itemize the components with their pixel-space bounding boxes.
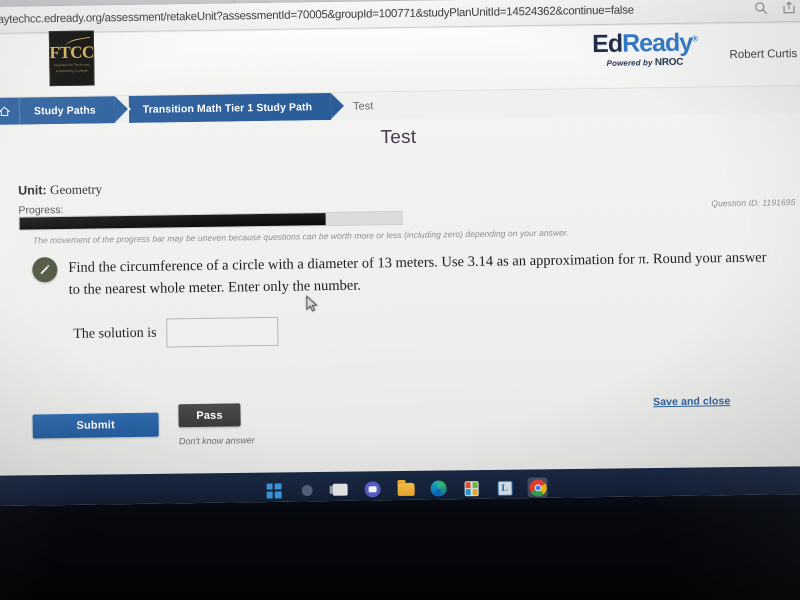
- laptop-screen-photo: faytechcc.edready.org/assessment/retakeU…: [0, 0, 800, 600]
- answer-label: The solution is: [73, 325, 157, 342]
- edready-logo-part2: Ready: [621, 28, 693, 58]
- unit-label: Unit:: [18, 183, 47, 198]
- microsoft-edge-button[interactable]: [429, 478, 449, 498]
- submit-button[interactable]: Submit: [32, 412, 159, 439]
- question-id-label: Question ID: 1191695: [711, 197, 796, 209]
- progress-label: Progress:: [18, 203, 64, 217]
- question-text: Find the circumference of a circle with …: [68, 247, 769, 302]
- pass-caption: Don't know answer: [178, 435, 255, 447]
- task-view-icon: [332, 483, 348, 496]
- tab-divider: [233, 0, 235, 3]
- ftcc-logo-line2: Community College: [55, 68, 88, 74]
- microsoft-teams-button[interactable]: [363, 479, 383, 499]
- search-button[interactable]: [297, 480, 317, 500]
- pencil-icon: [32, 257, 58, 283]
- google-chrome-button[interactable]: [527, 477, 548, 498]
- breadcrumb-home-button[interactable]: [0, 97, 21, 126]
- unit-value: Geometry: [49, 181, 103, 198]
- edge-icon: [430, 480, 447, 497]
- edready-logo[interactable]: EdReady® Powered by NROC: [591, 28, 698, 70]
- ftcc-logo[interactable]: FTCC Fayetteville Technical Community Co…: [48, 30, 95, 87]
- microsoft-store-button[interactable]: [462, 478, 482, 498]
- screen-content: faytechcc.edready.org/assessment/retakeU…: [0, 0, 800, 507]
- address-bar-actions: [753, 0, 796, 16]
- nroc-text: NROC: [654, 56, 684, 69]
- breadcrumb-item-study-paths[interactable]: Study Paths: [19, 96, 115, 125]
- page-title: Test: [380, 126, 417, 149]
- search-icon[interactable]: [753, 1, 768, 16]
- teams-icon: [364, 481, 381, 498]
- url-text[interactable]: faytechcc.edready.org/assessment/retakeU…: [0, 5, 634, 26]
- search-circle-icon: [301, 484, 313, 496]
- breadcrumb-item-transition-math[interactable]: Transition Math Tier 1 Study Path: [128, 93, 332, 124]
- task-view-button[interactable]: [330, 480, 350, 500]
- assessment-page: Test Unit: Geometry Progress: Question I…: [0, 112, 800, 486]
- mouse-cursor: [306, 295, 318, 312]
- progress-disclaimer: The movement of the progress bar may be …: [32, 227, 569, 246]
- store-icon: [464, 480, 479, 496]
- powered-by-line: Powered by NROC: [592, 57, 697, 70]
- powered-by-text: Powered by: [606, 58, 655, 68]
- file-explorer-button[interactable]: [396, 479, 416, 499]
- user-name-label[interactable]: Robert Curtis: [729, 48, 797, 61]
- question-text-line2: whole meter. Enter only the number.: [149, 278, 362, 298]
- home-icon: [0, 106, 11, 117]
- edready-logo-part1: Ed: [591, 29, 623, 59]
- lockdown-app-button[interactable]: L: [495, 478, 515, 498]
- chrome-icon: [529, 478, 547, 496]
- folder-icon: [397, 482, 415, 496]
- answer-input[interactable]: [166, 316, 279, 348]
- pencil-glyph-icon: [40, 264, 50, 275]
- ftcc-logo-line1: Fayetteville Technical: [53, 62, 90, 68]
- save-and-close-link[interactable]: Save and close: [653, 395, 730, 408]
- progress-bar: [18, 210, 403, 231]
- pass-button[interactable]: Pass: [178, 403, 241, 428]
- progress-bar-fill: [19, 213, 326, 230]
- edready-wordmark: EdReady®: [591, 28, 698, 59]
- share-icon[interactable]: [781, 0, 796, 15]
- edready-trademark: ®: [692, 34, 698, 44]
- lockdown-browser-icon: L: [497, 480, 513, 496]
- site-header: FTCC Fayetteville Technical Community Co…: [0, 22, 800, 99]
- answer-row: The solution is: [73, 316, 279, 349]
- start-button[interactable]: [264, 480, 284, 500]
- unit-line: Unit: Geometry: [18, 181, 102, 198]
- windows-logo-icon: [266, 482, 282, 499]
